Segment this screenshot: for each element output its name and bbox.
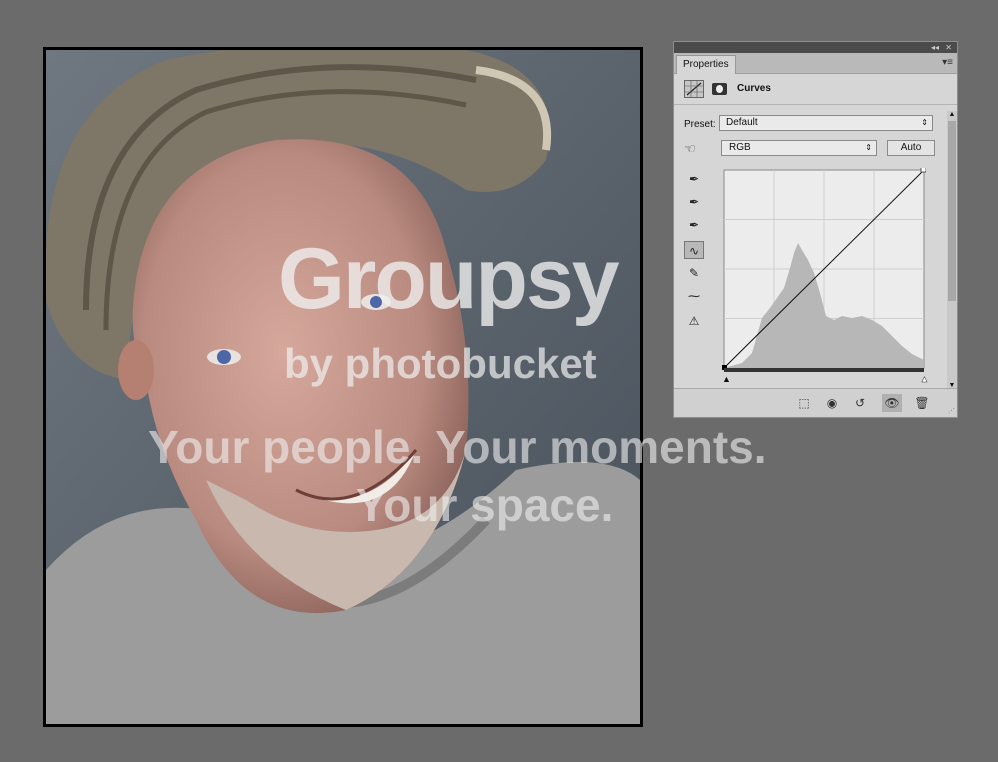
panel-scrollbar[interactable]: ▲ ▼ <box>947 111 957 389</box>
panel-menu-icon[interactable]: ▾≡ <box>942 57 953 68</box>
chevron-updown-icon: ⇕ <box>865 143 872 152</box>
clipping-warning-icon[interactable]: ⚠ <box>684 312 704 330</box>
scroll-thumb[interactable] <box>948 121 956 301</box>
black-point-slider-icon[interactable]: ▲ <box>722 374 731 384</box>
reset-icon[interactable]: ↺ <box>850 394 870 412</box>
input-sliders[interactable]: ▲ ▲ <box>722 374 932 385</box>
pencil-icon[interactable]: ✎ <box>684 264 704 282</box>
preset-dropdown[interactable]: Default ⇕ <box>719 115 933 131</box>
target-adjust-icon[interactable]: ☜ <box>684 141 696 157</box>
visibility-icon[interactable]: 👁 <box>882 394 902 412</box>
view-previous-icon[interactable]: ◉ <box>822 394 842 412</box>
panel-title-bar[interactable]: ◂◂ ✕ <box>674 42 957 53</box>
panel-footer: ⬚ ◉ ↺ 👁 🗑 ⋰ <box>674 388 957 417</box>
channel-dropdown[interactable]: RGB ⇕ <box>721 140 877 156</box>
adjustment-title: Curves <box>737 83 771 94</box>
resize-grip-icon[interactable]: ⋰ <box>948 407 955 415</box>
properties-panel: ◂◂ ✕ Properties ▾≡ Curves Preset: Defaul… <box>673 41 958 418</box>
adjustment-header: Curves <box>674 74 957 105</box>
mask-icon[interactable] <box>712 83 727 95</box>
photo-canvas <box>43 47 643 727</box>
preset-label: Preset: <box>684 119 716 130</box>
white-eyedropper-icon[interactable]: ✒ <box>684 216 704 234</box>
curves-adjustment-icon[interactable] <box>684 80 704 98</box>
chevron-updown-icon: ⇕ <box>921 118 928 127</box>
black-eyedropper-icon[interactable]: ✒ <box>684 170 704 188</box>
preset-value: Default <box>726 117 758 128</box>
delete-icon[interactable]: 🗑 <box>912 394 932 412</box>
auto-button[interactable]: Auto <box>887 140 935 156</box>
close-icon[interactable]: ✕ <box>945 42 952 53</box>
curve-edit-icon[interactable]: ∿ <box>684 241 704 259</box>
collapse-icon[interactable]: ◂◂ <box>931 42 939 53</box>
clip-to-layer-icon[interactable]: ⬚ <box>794 394 814 412</box>
smooth-icon[interactable]: ⁓ <box>684 287 704 305</box>
scroll-up-icon[interactable]: ▲ <box>947 111 957 118</box>
white-point-slider-icon[interactable]: ▲ <box>920 374 929 385</box>
channel-value: RGB <box>729 142 751 153</box>
panel-tab-row: Properties ▾≡ <box>674 53 957 74</box>
portrait-photo <box>46 50 640 724</box>
curves-graph[interactable] <box>722 168 926 374</box>
tab-properties[interactable]: Properties <box>676 55 736 74</box>
gray-eyedropper-icon[interactable]: ✒ <box>684 193 704 211</box>
